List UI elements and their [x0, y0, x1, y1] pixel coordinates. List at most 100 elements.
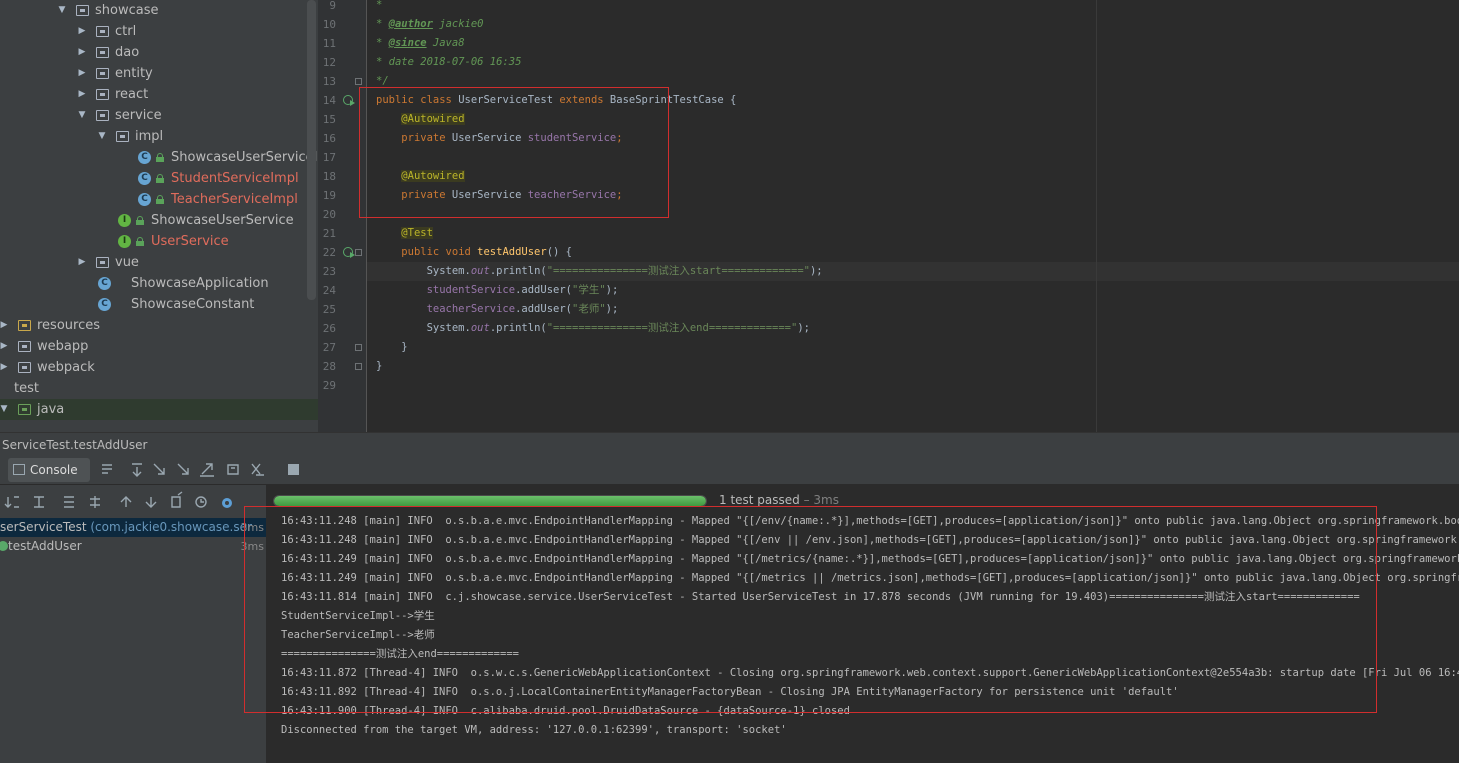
code-token: teacherService — [426, 303, 516, 315]
history-icon[interactable] — [195, 496, 207, 508]
collapse-all-icon[interactable] — [90, 496, 100, 508]
public-access-icon — [156, 174, 164, 183]
line-number-text: 20 — [322, 208, 336, 221]
code-token: testAddUser — [477, 246, 547, 258]
tree-item[interactable]: ▼ impl — [0, 126, 318, 147]
settings-gear-icon[interactable] — [222, 498, 232, 508]
tree-item[interactable]: ▶ webapp — [0, 336, 318, 357]
up-stack-trace-icon[interactable] — [132, 463, 142, 477]
tree-item[interactable]: ▶ ctrl — [0, 21, 318, 42]
tree-item[interactable]: C ShowcaseApplication — [0, 273, 318, 294]
scroll-to-end-icon[interactable] — [102, 464, 112, 474]
tree-item[interactable]: C ShowcaseConstant — [0, 294, 318, 315]
code-token: } — [401, 341, 408, 353]
code-line: * @author jackie0 — [376, 15, 484, 34]
line-number-text: 29 — [322, 379, 336, 392]
collapsed-arrow-icon[interactable]: ▶ — [0, 336, 10, 357]
project-tree-scrollbar[interactable] — [307, 0, 316, 300]
package-icon — [18, 341, 31, 352]
collapsed-arrow-icon[interactable]: ▶ — [76, 63, 88, 84]
print-icon[interactable] — [227, 464, 239, 475]
tree-item[interactable]: C TeacherServiceImpl — [0, 189, 318, 210]
code-line: } — [376, 357, 382, 376]
tree-item-label: StudentServiceImpl — [171, 171, 299, 186]
test-name: testAddUser — [8, 537, 82, 556]
run-config-title: ServiceTest.testAddUser — [2, 438, 148, 452]
line-number-text: 21 — [322, 227, 336, 240]
code-token: @author — [388, 18, 433, 30]
code-token: out — [470, 322, 490, 334]
source-folder-icon — [18, 404, 31, 415]
sort-alpha-icon[interactable] — [4, 496, 19, 508]
tree-item[interactable]: C ShowcaseUserServiceIr — [0, 147, 318, 168]
tree-item[interactable]: test — [0, 378, 318, 399]
tab-console-label: Console — [30, 463, 78, 477]
code-token: * date 2018-07-06 16:35 — [376, 56, 522, 68]
console-log-line: Disconnected from the target VM, address… — [281, 724, 787, 736]
soft-wrap-icon[interactable] — [153, 463, 165, 475]
tree-item[interactable]: ▶ react — [0, 84, 318, 105]
expanded-arrow-icon[interactable]: ▼ — [0, 399, 10, 420]
class-icon: C — [98, 298, 111, 311]
fold-marker-icon[interactable] — [355, 78, 362, 85]
tree-item[interactable]: ▶ vue — [0, 252, 318, 273]
project-tree[interactable]: ▼ showcase ▶ ctrl ▶ dao ▶ entity ▶ react ▼ service ▼… — [0, 0, 318, 432]
code-token: System. — [426, 322, 471, 334]
collapsed-arrow-icon[interactable]: ▶ — [0, 315, 10, 336]
highlight-box-console-output — [244, 506, 1377, 713]
run-test-gutter-icon[interactable] — [343, 247, 355, 258]
sort-duration-icon[interactable] — [34, 496, 44, 508]
stop-icon[interactable] — [288, 464, 299, 475]
tree-item[interactable]: ▶ entity — [0, 63, 318, 84]
clear-all-icon[interactable] — [251, 463, 264, 476]
tree-item-label: ShowcaseUserServiceIr — [171, 150, 318, 165]
tree-item-label: entity — [115, 66, 153, 81]
test-name: serServiceTest (com.jackie0.showcase.ser — [0, 518, 252, 537]
down-arrow-icon[interactable] — [177, 463, 189, 475]
export-icon[interactable] — [200, 463, 214, 477]
collapsed-arrow-icon[interactable]: ▶ — [76, 21, 88, 42]
tree-item[interactable]: ▼ showcase — [0, 0, 318, 21]
expanded-arrow-icon[interactable]: ▼ — [76, 105, 88, 126]
run-toolbar-icons — [102, 463, 299, 477]
collapsed-arrow-icon[interactable]: ▶ — [76, 42, 88, 63]
collapsed-arrow-icon[interactable]: ▶ — [0, 357, 10, 378]
previous-failed-icon[interactable] — [120, 496, 132, 507]
tree-item[interactable]: C StudentServiceImpl — [0, 168, 318, 189]
code-token: "===============测试注入end=============" — [546, 322, 798, 334]
fold-marker-icon[interactable] — [355, 363, 362, 370]
public-access-icon — [136, 216, 144, 225]
collapsed-arrow-icon[interactable]: ▶ — [76, 84, 88, 105]
tree-item[interactable]: ▼ service — [0, 105, 318, 126]
tree-item[interactable]: ▶ resources — [0, 315, 318, 336]
fold-marker-icon[interactable] — [355, 344, 362, 351]
next-failed-icon[interactable] — [145, 497, 157, 508]
tree-item[interactable]: I ShowcaseUserService — [0, 210, 318, 231]
run-test-gutter-icon[interactable] — [343, 95, 355, 106]
code-token: */ — [376, 75, 389, 87]
test-results-tree[interactable]: serServiceTest (com.jackie0.showcase.ser… — [0, 485, 266, 763]
tab-console[interactable]: Console — [8, 458, 90, 482]
tree-item-label: test — [14, 381, 39, 396]
expand-all-icon[interactable] — [64, 496, 74, 508]
code-token: @Test — [401, 227, 433, 239]
test-result-row[interactable]: testAddUser 3ms — [0, 537, 266, 556]
tree-item[interactable]: ▶ dao — [0, 42, 318, 63]
package-icon — [96, 89, 109, 100]
expanded-arrow-icon[interactable]: ▼ — [56, 0, 68, 21]
expanded-arrow-icon[interactable]: ▼ — [96, 126, 108, 147]
code-token: * — [376, 37, 389, 49]
tree-item[interactable]: ▶ webpack — [0, 357, 318, 378]
tree-item[interactable]: I UserService — [0, 231, 318, 252]
collapsed-arrow-icon[interactable]: ▶ — [76, 252, 88, 273]
run-panel-toolbar: Console — [0, 456, 1459, 485]
class-icon: C — [98, 277, 111, 290]
code-token: .addUser( — [515, 284, 572, 296]
code-token: ); — [605, 284, 619, 296]
tree-item-label: webapp — [37, 339, 89, 354]
tree-item[interactable]: ▼ java — [0, 399, 318, 420]
package-icon — [96, 47, 109, 58]
fold-marker-icon[interactable] — [355, 249, 362, 256]
test-result-row[interactable]: serServiceTest (com.jackie0.showcase.ser… — [0, 518, 266, 537]
export-results-icon[interactable] — [171, 491, 183, 508]
